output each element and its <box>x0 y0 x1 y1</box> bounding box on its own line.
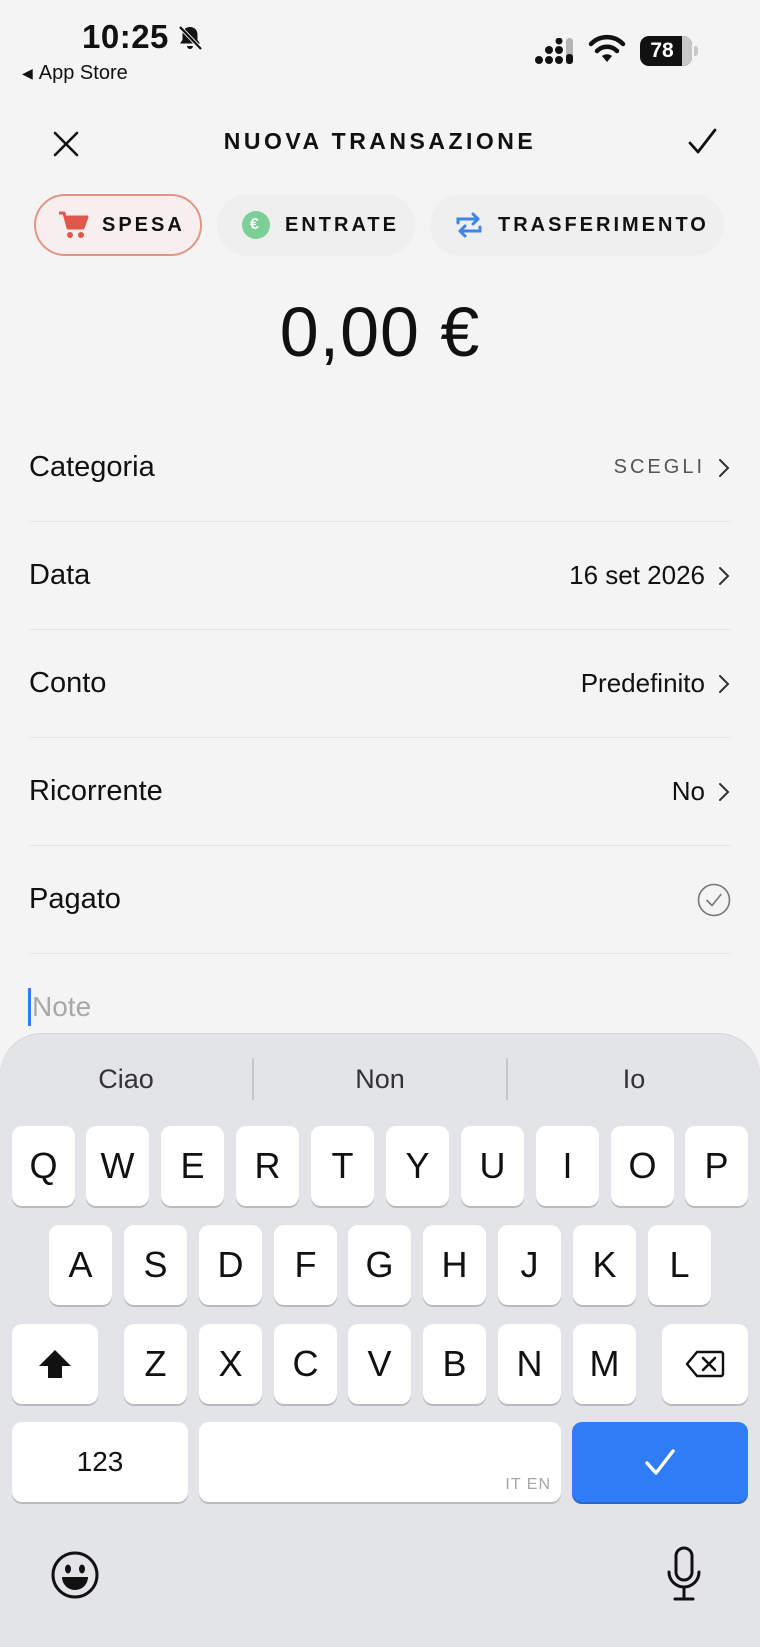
key-k[interactable]: K <box>573 1225 636 1305</box>
row-label: Pagato <box>29 883 121 915</box>
key-g[interactable]: G <box>348 1225 411 1305</box>
key-x[interactable]: X <box>199 1324 262 1404</box>
key-i[interactable]: I <box>536 1126 599 1206</box>
key-j[interactable]: J <box>498 1225 561 1305</box>
key-w[interactable]: W <box>86 1126 149 1206</box>
space-language-label: IT EN <box>505 1476 551 1493</box>
key-s[interactable]: S <box>124 1225 187 1305</box>
key-q[interactable]: Q <box>12 1126 75 1206</box>
row-value: 16 set 2026 <box>569 560 705 590</box>
key-n[interactable]: N <box>498 1324 561 1404</box>
key-o[interactable]: O <box>611 1126 674 1206</box>
shift-key[interactable] <box>12 1324 98 1404</box>
cellular-signal-icon <box>535 38 573 64</box>
key-m[interactable]: M <box>573 1324 636 1404</box>
segment-entrate-label: ENTRATE <box>285 213 399 236</box>
battery-icon: 78 <box>640 36 698 66</box>
segment-trasferimento-label: TRASFERIMENTO <box>498 213 709 236</box>
text-caret <box>28 988 31 1026</box>
status-time: 10:25 <box>82 18 169 55</box>
backspace-icon <box>685 1350 725 1378</box>
row-value: SCEGLI <box>613 456 705 478</box>
row-label: Categoria <box>29 451 155 483</box>
note-field[interactable]: Note <box>28 988 91 1026</box>
row-categoria[interactable]: Categoria SCEGLI <box>29 414 731 522</box>
numbers-key[interactable]: 123 <box>12 1422 188 1502</box>
segment-trasferimento[interactable]: TRASFERIMENTO <box>430 194 724 256</box>
row-value: Predefinito <box>580 668 705 698</box>
checkmark-icon <box>645 1449 675 1475</box>
segment-spesa[interactable]: SPESA <box>34 194 202 256</box>
row-label: Data <box>29 559 91 591</box>
key-z[interactable]: Z <box>124 1324 187 1404</box>
euro-icon: € <box>242 211 270 239</box>
shift-arrow-icon <box>39 1350 71 1378</box>
row-conto[interactable]: Conto Predefinito <box>29 630 731 738</box>
key-u[interactable]: U <box>461 1126 524 1206</box>
row-label: Ricorrente <box>29 775 163 807</box>
return-confirm-key[interactable] <box>572 1422 748 1502</box>
key-p[interactable]: P <box>685 1126 748 1206</box>
chevron-right-icon <box>719 782 730 801</box>
note-placeholder: Note <box>32 991 92 1022</box>
suggestion[interactable]: Ciao <box>0 1054 252 1104</box>
row-pagato[interactable]: Pagato <box>29 846 731 954</box>
key-t[interactable]: T <box>311 1126 374 1206</box>
row-data[interactable]: Data 16 set 2026 <box>29 522 731 630</box>
key-e[interactable]: E <box>161 1126 224 1206</box>
key-h[interactable]: H <box>423 1225 486 1305</box>
microphone-icon[interactable] <box>664 1546 704 1602</box>
battery-level: 78 <box>650 39 674 62</box>
cart-icon <box>59 211 89 238</box>
key-c[interactable]: C <box>274 1324 337 1404</box>
row-label: Conto <box>29 667 107 699</box>
emoji-icon[interactable] <box>50 1550 100 1600</box>
back-app-label: App Store <box>38 62 128 84</box>
segment-spesa-label: SPESA <box>102 213 185 236</box>
key-y[interactable]: Y <box>386 1126 449 1206</box>
bell-slash-icon <box>178 25 203 51</box>
segment-entrate[interactable]: € ENTRATE <box>217 194 415 256</box>
wifi-icon <box>588 34 626 62</box>
row-ricorrente[interactable]: Ricorrente No <box>29 738 731 846</box>
row-value: No <box>671 776 705 806</box>
transfer-icon <box>456 212 482 238</box>
key-v[interactable]: V <box>348 1324 411 1404</box>
page-title: NUOVA TRANSAZIONE <box>223 128 537 154</box>
key-r[interactable]: R <box>236 1126 299 1206</box>
chevron-right-icon <box>719 458 730 477</box>
back-to-app-store[interactable]: ◀ App Store <box>22 62 128 85</box>
suggestion[interactable]: Io <box>508 1054 760 1104</box>
paid-checkmark-circle-icon[interactable] <box>697 883 731 917</box>
suggestion[interactable]: Non <box>254 1054 506 1104</box>
key-l[interactable]: L <box>648 1225 711 1305</box>
key-f[interactable]: F <box>274 1225 337 1305</box>
key-b[interactable]: B <box>423 1324 486 1404</box>
chevron-right-icon <box>719 674 730 693</box>
chevron-right-icon <box>719 566 730 585</box>
back-triangle-icon: ◀ <box>22 65 33 81</box>
amount-display[interactable]: 0,00 € <box>0 292 760 372</box>
key-a[interactable]: A <box>49 1225 112 1305</box>
space-key[interactable]: IT EN <box>199 1422 561 1502</box>
status-bar: 10:25 ◀ App Store 78 <box>0 0 760 90</box>
delete-key[interactable] <box>662 1324 748 1404</box>
key-d[interactable]: D <box>199 1225 262 1305</box>
keyboard: Ciao Non Io Q W E R T Y U I O P A S D F … <box>0 1034 760 1647</box>
confirm-checkmark-icon[interactable] <box>682 122 722 162</box>
